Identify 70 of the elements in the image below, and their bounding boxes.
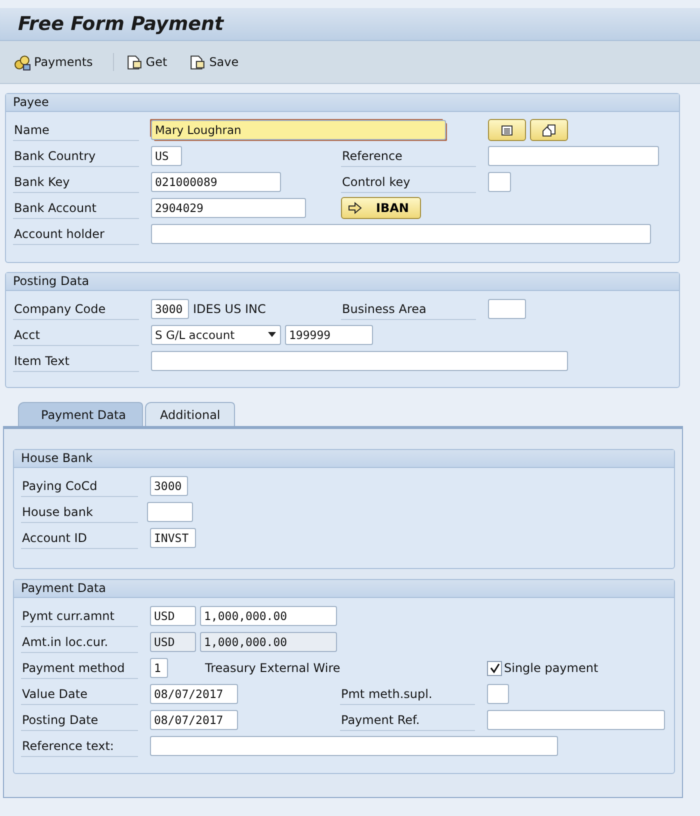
field-label: Pymt curr.amnt bbox=[21, 605, 138, 627]
field-label: Business Area bbox=[341, 298, 476, 320]
method-description: Treasury External Wire bbox=[205, 661, 340, 675]
document-icon bbox=[189, 54, 206, 70]
field-label: Reference bbox=[341, 145, 476, 167]
arrow-icon bbox=[348, 202, 362, 214]
field-label: Paying CoCd bbox=[21, 475, 138, 497]
window-title: Free Form Payment bbox=[18, 13, 224, 35]
field-label: House bank bbox=[21, 501, 138, 523]
checkbox[interactable] bbox=[487, 660, 502, 676]
input-field[interactable]: 2904029 bbox=[151, 198, 306, 218]
field-label: Control key bbox=[341, 171, 476, 193]
coins-icon bbox=[14, 54, 31, 70]
field-label: Account ID bbox=[21, 527, 138, 549]
group-title: Payment Data bbox=[14, 580, 674, 598]
caret-icon bbox=[267, 332, 277, 338]
group-title: Payee bbox=[6, 94, 679, 112]
field-label: Bank Account bbox=[13, 197, 139, 219]
input-field[interactable] bbox=[488, 172, 511, 192]
input-field[interactable]: Mary Loughran bbox=[151, 120, 446, 140]
iban-button[interactable]: IBAN bbox=[341, 197, 421, 219]
input-field[interactable]: US bbox=[151, 146, 182, 166]
field-label: Item Text bbox=[13, 350, 139, 372]
input-field[interactable]: 08/07/2017 bbox=[150, 684, 238, 704]
list-icon bbox=[500, 123, 514, 137]
field-label: Bank Country bbox=[13, 145, 139, 167]
currency-field[interactable]: USD bbox=[150, 606, 196, 626]
group-title: Posting Data bbox=[6, 273, 679, 291]
field-label: Name bbox=[13, 119, 139, 141]
input-field[interactable]: 08/07/2017 bbox=[150, 710, 238, 730]
field-label: Payment Ref. bbox=[340, 709, 475, 731]
field-label: Reference text: bbox=[21, 735, 138, 757]
icon-button[interactable] bbox=[488, 119, 526, 141]
field-label: Posting Date bbox=[21, 709, 138, 731]
document-icon bbox=[542, 123, 556, 137]
field-label: Company Code bbox=[13, 298, 139, 320]
toolbar-button[interactable]: Save bbox=[187, 52, 241, 72]
field-label: Value Date bbox=[21, 683, 138, 705]
input-field[interactable] bbox=[487, 710, 665, 730]
field-label: Pmt meth.supl. bbox=[340, 683, 475, 705]
field-label: Payment method bbox=[21, 657, 138, 679]
input-field[interactable]: INVST bbox=[150, 528, 196, 548]
field-label: Bank Key bbox=[13, 171, 139, 193]
checkmark-icon bbox=[488, 662, 500, 674]
input-field[interactable] bbox=[487, 684, 509, 704]
company-name: IDES US INC bbox=[193, 302, 266, 316]
input-field[interactable] bbox=[150, 736, 558, 756]
amount-field[interactable]: 1,000,000.00 bbox=[200, 606, 337, 626]
account-type-dropdown[interactable]: S G/L account bbox=[151, 325, 281, 345]
group-title: House Bank bbox=[14, 450, 674, 468]
field-label: Amt.in loc.cur. bbox=[21, 631, 138, 653]
single-payment-checkbox[interactable]: Single payment bbox=[487, 660, 598, 676]
input-field[interactable]: 1 bbox=[150, 658, 168, 678]
tab[interactable]: Payment Data bbox=[18, 402, 144, 426]
tab[interactable]: Additional bbox=[145, 402, 236, 426]
input-field[interactable] bbox=[151, 351, 568, 371]
input-field[interactable] bbox=[488, 146, 659, 166]
toolbar-button[interactable]: Get bbox=[124, 52, 170, 72]
input-field[interactable] bbox=[488, 299, 526, 319]
input-field[interactable] bbox=[147, 502, 193, 522]
toolbar-button[interactable]: Payments bbox=[12, 52, 95, 72]
input-field[interactable]: 3000 bbox=[151, 299, 189, 319]
icon-button[interactable] bbox=[530, 119, 568, 141]
input-field[interactable]: 199999 bbox=[285, 325, 373, 345]
input-field[interactable] bbox=[151, 224, 651, 244]
input-field[interactable]: 3000 bbox=[150, 476, 188, 496]
field-label: Acct bbox=[13, 324, 139, 346]
document-icon bbox=[126, 54, 143, 70]
field-label: Account holder bbox=[13, 223, 139, 245]
input-field[interactable]: 021000089 bbox=[151, 172, 281, 192]
